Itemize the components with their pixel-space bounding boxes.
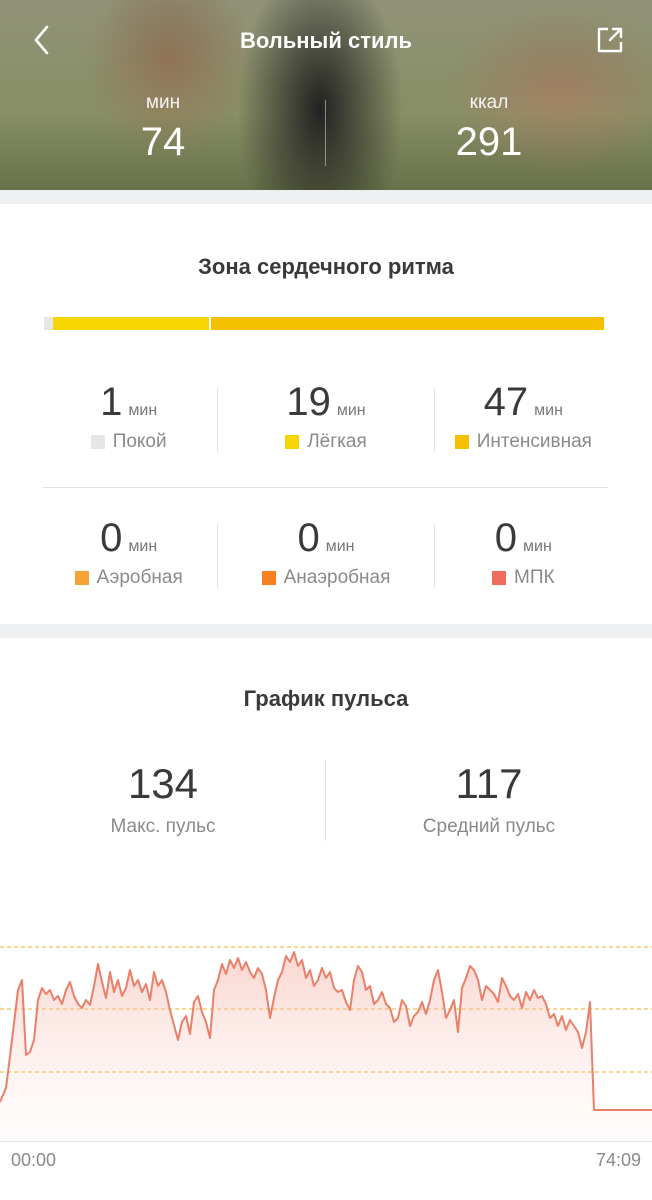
zone-anaerobic-value: 0 xyxy=(297,516,320,560)
zone-rest-name: Покой xyxy=(112,431,167,452)
zone-aerobic-swatch xyxy=(74,571,89,585)
zone-bar-rest xyxy=(44,317,53,330)
zone-vo2max-value: 0 xyxy=(494,516,518,560)
avg-pulse-stat: 117 Средний пульс xyxy=(326,760,652,850)
zone-light-value: 19 xyxy=(286,380,331,424)
zone-row-divider xyxy=(43,487,608,488)
zone-divider xyxy=(217,524,218,588)
zone-light-swatch xyxy=(285,435,300,449)
zone-intensive-name: Интенсивная xyxy=(476,431,592,452)
header-stats: мин 74 ккал 291 xyxy=(0,92,652,172)
zone-rest-swatch xyxy=(90,435,105,449)
max-pulse-stat: 134 Макс. пульс xyxy=(0,760,326,850)
heart-rate-area xyxy=(0,952,652,1141)
zone-vo2max: 0 мин МПК xyxy=(425,516,622,596)
chart-time-start: 00:00 xyxy=(11,1150,57,1170)
zone-unit: мин xyxy=(128,402,158,419)
duration-label: мин xyxy=(145,92,181,113)
zone-row-2: 0 мин Аэробная 0 мин Анаэробная 0 мин МПК xyxy=(30,516,622,596)
avg-pulse-label: Средний пульс xyxy=(422,816,556,837)
zone-anaerobic: 0 мин Анаэробная xyxy=(227,516,424,596)
page-title: Вольный стиль xyxy=(239,28,413,53)
zone-divider xyxy=(434,524,435,588)
zone-vo2max-swatch xyxy=(492,571,507,585)
calories-label: ккал xyxy=(469,92,509,113)
zone-aerobic-value: 0 xyxy=(100,516,123,560)
zone-intensive-swatch xyxy=(454,435,469,449)
zone-vo2max-name: МПК xyxy=(514,567,555,588)
zone-anaerobic-swatch xyxy=(261,571,276,585)
duration-stat: мин 74 xyxy=(0,92,326,172)
chart-axis xyxy=(0,1141,652,1142)
zone-intensive-value: 47 xyxy=(483,380,529,424)
pulse-title: График пульса xyxy=(243,686,409,711)
zone-light-name: Лёгкая xyxy=(307,431,367,452)
heart-zone-title: Зона сердечного ритма xyxy=(198,254,454,279)
zone-divider xyxy=(434,388,435,452)
calories-value: 291 xyxy=(455,120,523,164)
zone-unit: мин xyxy=(523,538,552,555)
duration-value: 74 xyxy=(140,120,186,164)
zone-rest: 1 мин Покой xyxy=(30,380,227,460)
zone-divider xyxy=(217,388,218,452)
max-pulse-label: Макс. пульс xyxy=(110,816,216,837)
max-pulse-value: 134 xyxy=(127,760,199,807)
section-gap xyxy=(0,190,652,204)
chart-time-end: 74:09 xyxy=(595,1150,641,1170)
zone-unit: мин xyxy=(128,538,158,555)
zone-intensive: 47 мин Интенсивная xyxy=(425,380,622,460)
zone-light: 19 мин Лёгкая xyxy=(227,380,424,460)
zone-bar-intensive xyxy=(211,317,604,330)
share-icon xyxy=(597,27,623,53)
zone-unit: мин xyxy=(336,402,366,419)
header-bar: Вольный стиль xyxy=(0,0,652,80)
pulse-divider xyxy=(325,761,326,841)
pulse-stats: 134 Макс. пульс 117 Средний пульс xyxy=(0,760,652,850)
zone-unit: мин xyxy=(534,402,563,419)
heart-rate-chart xyxy=(0,946,652,1141)
share-button[interactable] xyxy=(592,22,628,58)
calories-stat: ккал 291 xyxy=(326,92,652,172)
avg-pulse-value: 117 xyxy=(455,760,523,807)
zone-bar-light xyxy=(53,317,211,330)
zone-row-1: 1 мин Покой 19 мин Лёгкая 47 мин Интенсивна… xyxy=(30,380,622,460)
section-gap xyxy=(0,624,652,638)
zone-aerobic: 0 мин Аэробная xyxy=(30,516,227,596)
zone-rest-value: 1 xyxy=(100,380,123,424)
zone-unit: мин xyxy=(325,538,355,555)
heart-zone-bar xyxy=(44,317,604,330)
header-divider xyxy=(325,100,326,166)
zone-anaerobic-name: Анаэробная xyxy=(283,567,391,588)
zone-aerobic-name: Аэробная xyxy=(96,567,183,588)
